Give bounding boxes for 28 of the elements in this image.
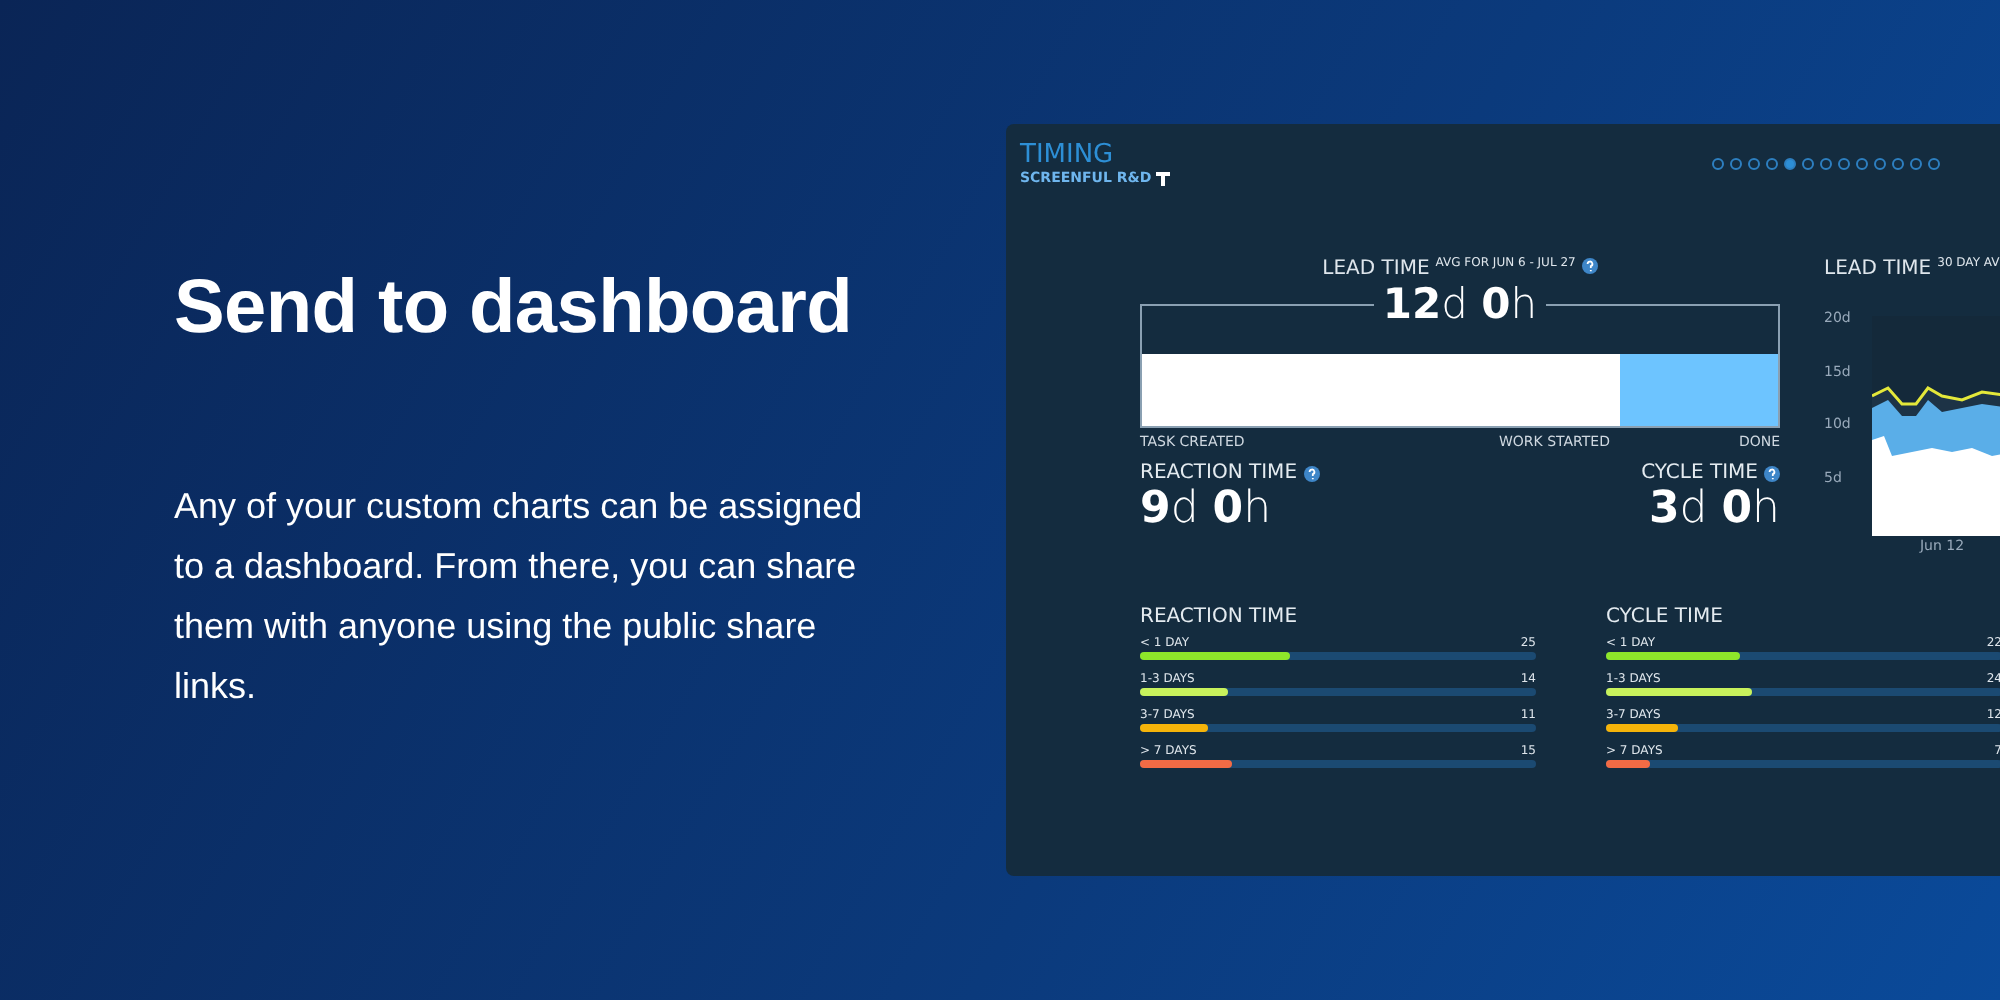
page-dot[interactable]	[1784, 158, 1796, 170]
page-dot[interactable]	[1766, 158, 1778, 170]
help-icon[interactable]	[1764, 465, 1780, 481]
lead-time-label: LEAD TIME	[1322, 258, 1430, 280]
page-dot[interactable]	[1712, 158, 1724, 170]
reaction-time-value: 9d 0h	[1140, 484, 1274, 536]
page-dot[interactable]	[1910, 158, 1922, 170]
help-icon[interactable]	[1303, 465, 1320, 481]
page-dot[interactable]	[1856, 158, 1868, 170]
description: Any of your custom charts can be assigned to a dashboard. From there, you can share them with anyone using the public share links.	[174, 484, 865, 710]
filter-icon[interactable]	[1155, 171, 1170, 185]
reaction-time-label: REACTION TIME	[1140, 462, 1298, 484]
page-dot[interactable]	[1928, 158, 1940, 170]
trend-label: LEAD TIME	[1824, 258, 1932, 280]
page-dot[interactable]	[1748, 158, 1760, 170]
dashboard-title: TIMING	[1020, 140, 1116, 170]
heading: Send to dashboard	[174, 264, 855, 354]
page-dot[interactable]	[1820, 158, 1832, 170]
page-dot[interactable]	[1802, 158, 1814, 170]
page-dot[interactable]	[1730, 158, 1742, 170]
breakdown-title: REACTION TIME	[1140, 606, 1300, 628]
cycle-time-label: CYCLE TIME	[1641, 462, 1758, 484]
cycle-time-value: 3d 0h	[1648, 484, 1780, 536]
page-dot[interactable]	[1874, 158, 1886, 170]
breakdown-title: CYCLE TIME	[1606, 606, 1725, 628]
page-dot[interactable]	[1838, 158, 1850, 170]
help-icon[interactable]	[1581, 258, 1598, 274]
page-dot[interactable]	[1892, 158, 1904, 170]
